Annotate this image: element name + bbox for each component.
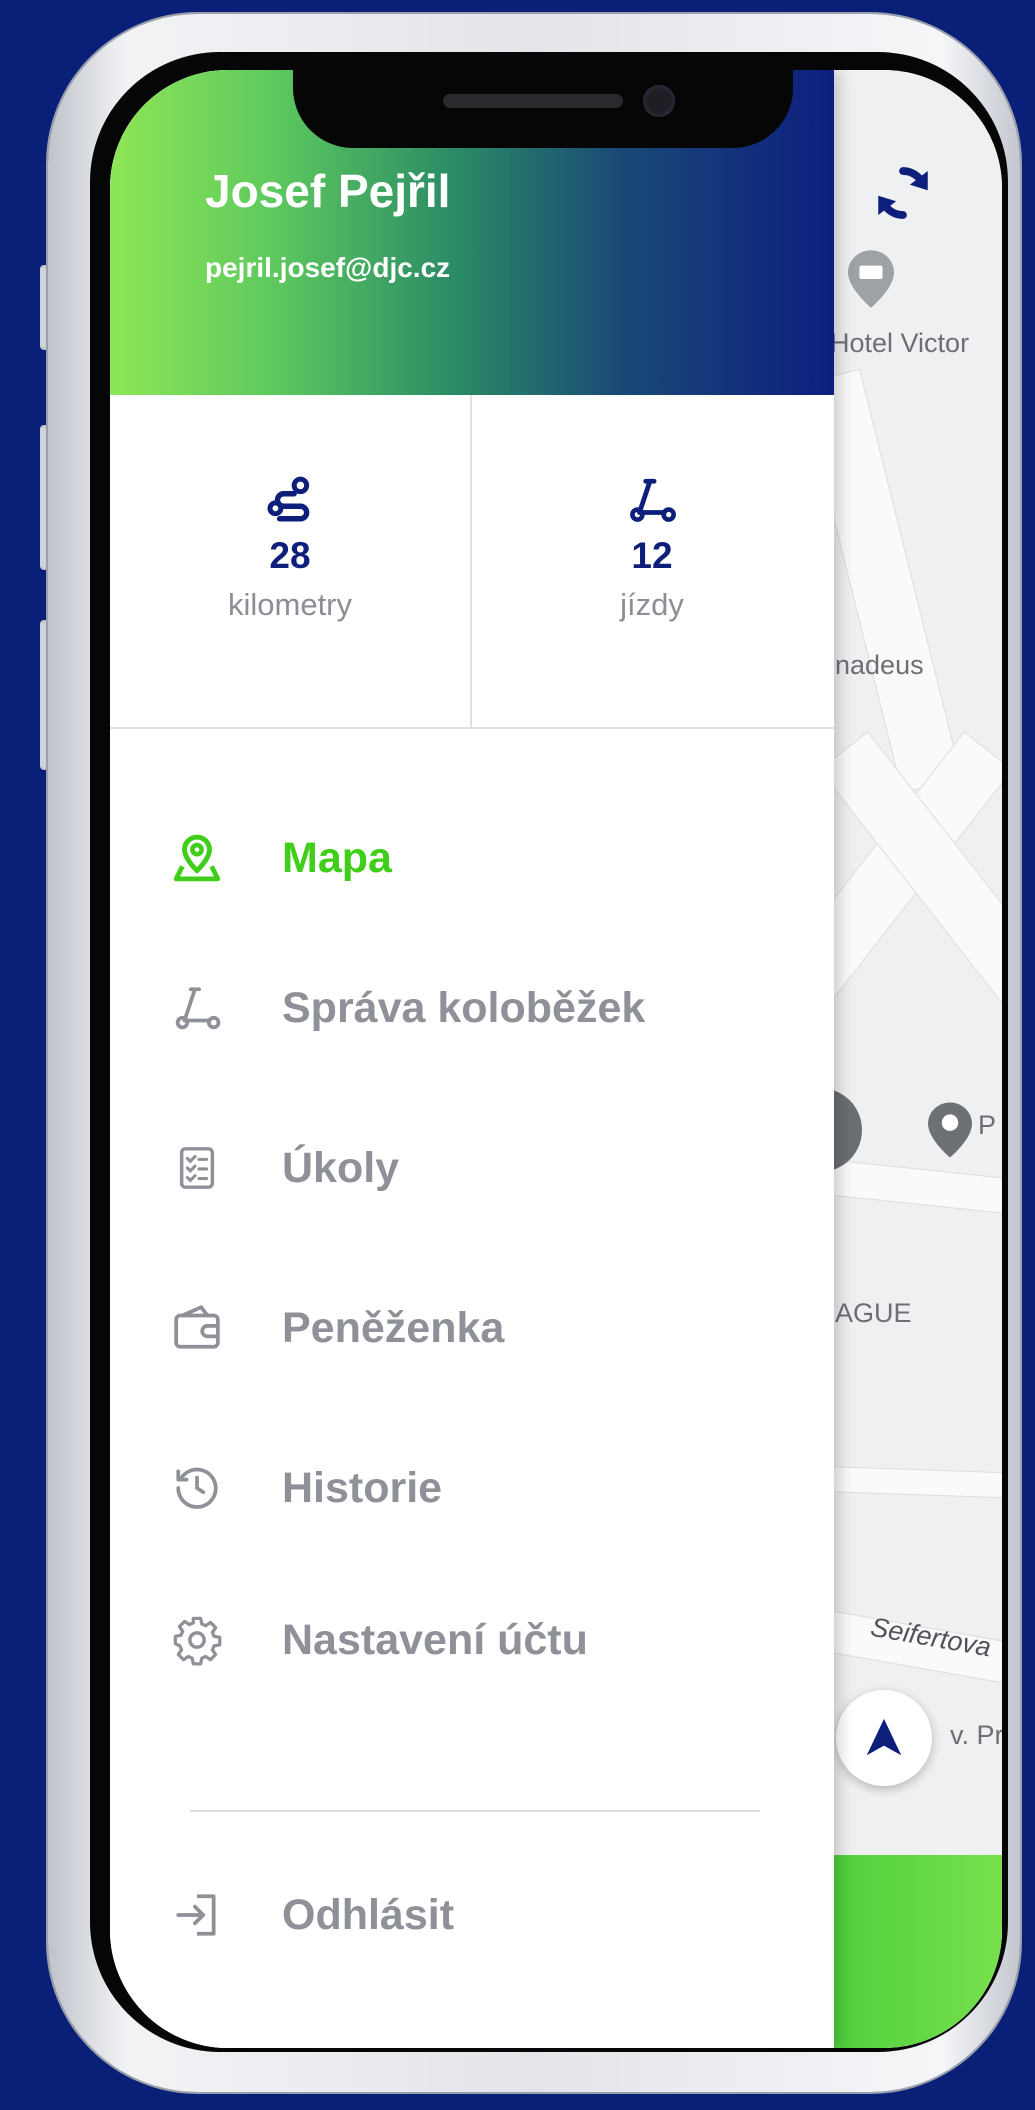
refresh-icon[interactable] (870, 160, 936, 226)
locate-me-button[interactable] (836, 1690, 932, 1786)
menu-label-odhlasit: Odhlásit (282, 1890, 455, 1939)
history-icon (170, 1461, 224, 1515)
stat-rides-label: jízdy (620, 587, 684, 622)
user-email: pejril.josef@djc.cz (205, 252, 451, 283)
menu-label-mapa: Mapa (282, 833, 392, 882)
hotel-pin-icon[interactable] (848, 250, 894, 312)
scooter-icon (170, 981, 224, 1035)
speaker-grille (443, 94, 623, 108)
map-label-prague: AGUE (835, 1298, 912, 1328)
map-label-street-2: v. Pr (950, 1720, 1002, 1750)
stat-rides: 12 jízdy (472, 395, 832, 727)
menu-label-nastaveni-uctu: Nastavení účtu (282, 1615, 588, 1664)
gear-icon (170, 1613, 224, 1667)
phone-screen: Hotel Victor nadeus AGUE Seifertova v. P… (110, 70, 1002, 2048)
menu-divider (190, 1810, 760, 1812)
bottom-action-bar[interactable] (830, 1855, 1002, 2048)
poi-pin-icon[interactable] (928, 1102, 972, 1162)
map-label-poi: P (978, 1110, 997, 1140)
menu-item-penezenka[interactable]: Peněženka (170, 1283, 790, 1373)
menu-item-historie[interactable]: Historie (170, 1443, 790, 1533)
map-pin-icon (170, 831, 224, 885)
navigation-drawer: Josef Pejřil pejril.josef@djc.cz 28 kilo… (110, 70, 834, 2048)
front-camera (643, 85, 675, 117)
menu-item-mapa[interactable]: Mapa (170, 813, 790, 903)
menu-item-odhlasit[interactable]: Odhlásit (170, 1870, 790, 1960)
phone-notch (293, 70, 793, 148)
menu-item-sprava-kolobezek[interactable]: Správa koloběžek (170, 963, 790, 1053)
route-icon (267, 476, 310, 522)
menu-item-ukoly[interactable]: Úkoly (170, 1123, 790, 1213)
scooter-icon (630, 478, 676, 522)
navigation-arrow-icon (866, 1718, 902, 1756)
wallet-icon (170, 1301, 224, 1355)
stat-kilometers-label: kilometry (227, 587, 352, 622)
checklist-icon (170, 1141, 224, 1195)
stat-kilometers: 28 kilometry (110, 395, 472, 727)
menu-label-sprava-kolobezek: Správa koloběžek (282, 983, 646, 1032)
user-name: Josef Pejřil (205, 165, 451, 217)
menu-label-ukoly: Úkoly (282, 1143, 400, 1192)
menu-item-nastaveni-uctu[interactable]: Nastavení účtu (170, 1595, 790, 1685)
stat-rides-value: 12 (631, 535, 673, 576)
stat-kilometers-value: 28 (269, 535, 311, 576)
logout-icon (170, 1888, 224, 1942)
menu-label-historie: Historie (282, 1463, 443, 1512)
menu-label-penezenka: Peněženka (282, 1303, 505, 1352)
stats-panel: 28 kilometry 12 jízdy (110, 395, 834, 729)
map-label-hotel: Hotel Victor (830, 328, 970, 358)
map-label-amadeus: nadeus (835, 650, 924, 680)
